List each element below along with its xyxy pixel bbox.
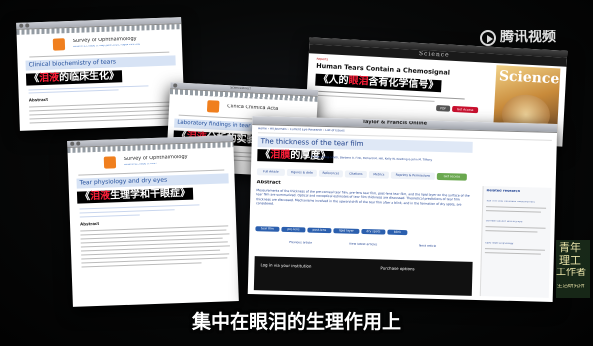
tab-references[interactable]: References (318, 169, 343, 178)
title-suffix: 生理学和干眼症》 (109, 187, 191, 202)
view-latest-link[interactable]: View latest articles (349, 243, 378, 247)
play-icon (480, 30, 496, 46)
keyword-chip[interactable]: tear film (255, 226, 280, 232)
abstract-heading: Abstract (28, 97, 49, 103)
highlight-word: 眼泪 (348, 75, 369, 88)
window-tear-film-thickness: Taylor & Francis Online Home › All Journ… (247, 116, 558, 302)
watermark-text: 腾讯视频 (500, 30, 556, 44)
badge-line-1: 青年 (559, 242, 581, 253)
purchase-options[interactable]: Purchase options (380, 266, 414, 271)
keyword-list: tear film pre-lens post-lens lipid layer… (255, 226, 473, 237)
related-item[interactable]: Corneal surface and dry eye (486, 220, 548, 224)
tab-metrics[interactable]: Metrics (368, 171, 389, 179)
title-prefix: 《 (28, 73, 40, 85)
chinese-title-overlay: 《人的眼泪含有化学信号》 (315, 73, 442, 93)
tab-full-article[interactable]: Full Article (256, 168, 286, 176)
tab-reprints[interactable]: Reprints & Permissions (390, 171, 435, 180)
abstract-heading: Abstract (256, 180, 281, 186)
badge-line-3: 工作者 (556, 268, 586, 278)
article-tabs: Full Article Figures & data References C… (256, 168, 477, 181)
window-tear-physiology: Survey of Ophthalmology Volume 62, Issue… (67, 135, 239, 307)
keyword-chip[interactable]: dry spots (361, 228, 386, 235)
get-access-button[interactable]: Get Access (451, 105, 479, 114)
elsevier-logo (103, 156, 117, 169)
journal-issue: Volume 62, Issue 3, 2017 (123, 162, 157, 166)
keyword-chip[interactable]: post-lens (307, 227, 332, 234)
keyword-chip[interactable]: pre-lens (281, 226, 306, 233)
institution-login-button[interactable]: Log in via your institution (260, 263, 311, 268)
journal-name[interactable]: Survey of Ophthalmology (73, 37, 137, 44)
title-prefix: 《 (79, 191, 91, 203)
title-prefix: 《人的 (318, 73, 349, 87)
highlight-word: 泪液 (38, 72, 60, 85)
pdf-button[interactable]: PDF (436, 105, 451, 112)
journal-issue: Volume 55, Issue 3, May–June 2010, Pages… (73, 43, 141, 48)
related-item[interactable]: Lipid layer physiology (485, 242, 547, 246)
authors[interactable]: P. Ewen King-Smith, Barbara A. Fink, Ric… (311, 156, 481, 163)
badge-small: 生活研究所 (557, 284, 585, 289)
title-suffix: 的临床生化》 (58, 70, 120, 84)
sidebar-heading: Related research (486, 189, 521, 194)
tab-citations[interactable]: Citations (344, 170, 367, 179)
highlight-word: 泪膜 (270, 149, 291, 162)
keyword-chip[interactable]: lipid layer (333, 228, 360, 234)
elsevier-logo (206, 100, 220, 113)
related-sidebar: Related research Tear film and thickness… (479, 186, 552, 298)
title-suffix: 含有化学信号》 (368, 76, 439, 92)
access-panel: Log in via your institution Purchase opt… (253, 256, 473, 296)
next-article-link[interactable]: Next article (419, 244, 436, 247)
section-label: Reports (316, 57, 329, 62)
highlight-word: 泪液 (89, 190, 111, 203)
article-title: Tear physiology and dry eyes (76, 173, 229, 189)
cover-title: Science (498, 69, 560, 87)
previous-article-link[interactable]: Previous article (289, 241, 312, 245)
video-caption: 集中在眼泪的生理作用上 (191, 311, 401, 333)
badge-line-2: 理工 (559, 255, 581, 266)
tencent-video-watermark: 腾讯视频 (480, 28, 590, 48)
article-title: Clinical biochemistry of tears (25, 55, 176, 71)
related-item[interactable]: Tear film and thickness measurement (486, 200, 548, 204)
title-prefix: 《 (260, 149, 271, 161)
journal-name[interactable]: Clinica Chimica Acta (227, 104, 278, 112)
chinese-title-overlay: 《泪液的临床生化》 (25, 70, 123, 86)
window-clinical-biochemistry: Survey of Ophthalmology Volume 55, Issue… (16, 17, 185, 131)
chinese-title-overlay: 《泪液生理学和干眼症》 (76, 187, 194, 204)
keyword-chip[interactable]: blink (387, 229, 408, 236)
channel-badge: 青年 理工 工作者 生活研究所 (556, 240, 590, 298)
abstract-text: Measurements of the thickness of the pre… (256, 188, 470, 207)
journal-name[interactable]: Survey of Ophthalmology (124, 155, 188, 162)
abstract-heading: Abstract (80, 221, 100, 227)
get-access-button[interactable]: Get access (436, 172, 467, 181)
video-frame: Survey of Ophthalmology Volume 55, Issue… (0, 0, 593, 346)
elsevier-logo (52, 38, 66, 51)
tab-figures[interactable]: Figures & data (286, 168, 317, 177)
